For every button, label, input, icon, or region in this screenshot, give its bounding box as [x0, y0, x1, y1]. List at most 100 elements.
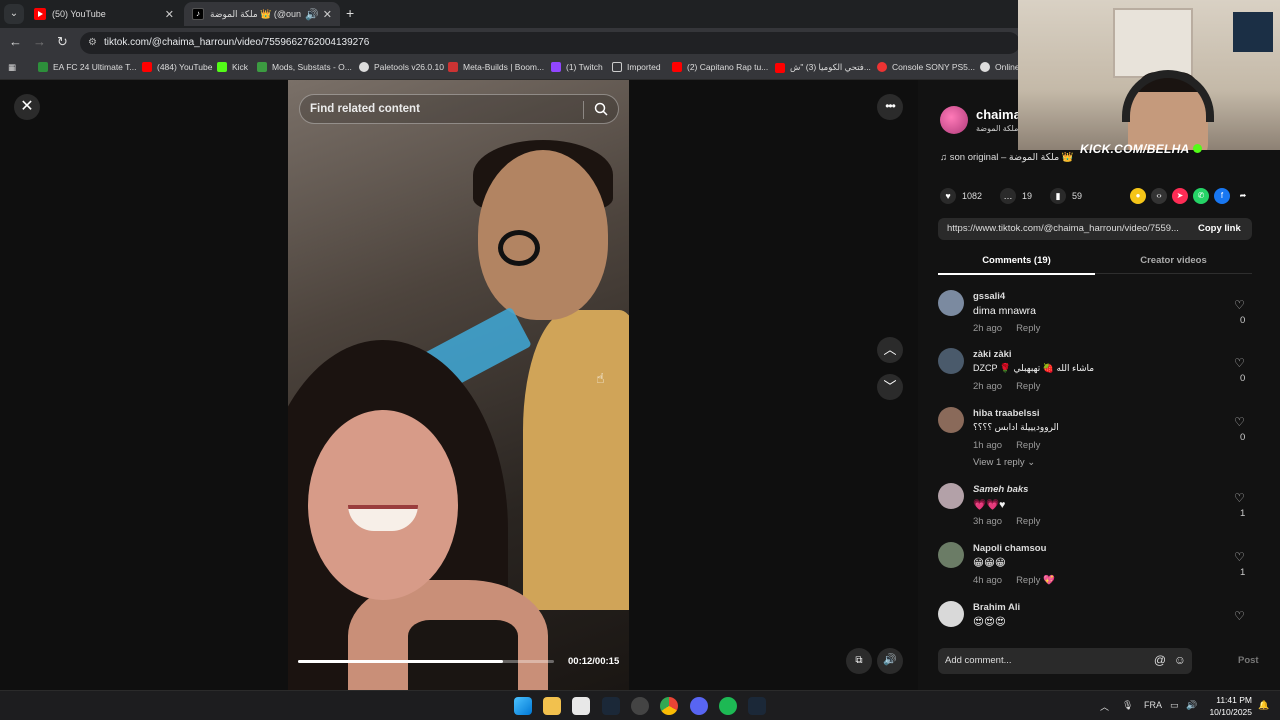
steam-icon[interactable]: [602, 697, 620, 715]
embed-icon[interactable]: ‹›: [1151, 188, 1167, 204]
file-explorer-icon[interactable]: [543, 697, 561, 715]
mention-icon[interactable]: @: [1154, 653, 1166, 667]
comment-button[interactable]: … 19: [1000, 188, 1032, 204]
microsoft-store-icon[interactable]: [572, 697, 590, 715]
reply-button[interactable]: Reply: [1016, 323, 1040, 334]
tab-tiktok[interactable]: ♪ ملكة الموضة 👑 (@oun 🔊 ✕: [184, 2, 340, 26]
comment-author[interactable]: gssali4: [973, 291, 1005, 302]
bookmark-folder[interactable]: Imported: [612, 62, 661, 72]
close-icon[interactable]: ✕: [14, 94, 40, 120]
avatar[interactable]: [938, 290, 964, 316]
back-icon[interactable]: ←: [9, 34, 22, 49]
video-player[interactable]: [288, 80, 629, 690]
tab-creator-videos[interactable]: Creator videos: [1095, 255, 1252, 266]
comment-author[interactable]: Napoli chamsou: [973, 543, 1046, 554]
comment-author[interactable]: Sameh baks: [973, 484, 1028, 495]
bookmark-item[interactable]: Online: [980, 62, 1020, 72]
picture-in-picture-icon[interactable]: ⧉: [846, 648, 872, 674]
tray-chevron-icon[interactable]: ︿: [1100, 700, 1109, 713]
avatar[interactable]: [938, 542, 964, 568]
notifications-icon[interactable]: 🔔: [1258, 700, 1269, 711]
tab-youtube[interactable]: (50) YouTube ✕: [26, 2, 182, 26]
reply-button[interactable]: Reply: [1016, 516, 1040, 527]
system-clock[interactable]: 11:41 PM 10/10/2025: [1206, 694, 1252, 718]
reload-icon[interactable]: ↻: [57, 34, 68, 50]
save-button[interactable]: ▮ 59: [1050, 188, 1082, 204]
address-bar[interactable]: ⚙ tiktok.com/@chaima_harroun/video/75596…: [80, 32, 1020, 54]
bookmark-item[interactable]: Meta-Builds | Boom...: [448, 62, 544, 72]
whatsapp-icon[interactable]: ✆: [1193, 188, 1209, 204]
tab-comments[interactable]: Comments (19): [938, 255, 1095, 275]
discord-icon[interactable]: [690, 697, 708, 715]
heart-icon[interactable]: ♡: [1234, 415, 1245, 429]
more-options-icon[interactable]: •••: [877, 94, 903, 120]
steam-icon[interactable]: [748, 697, 766, 715]
bookmark-item[interactable]: (484) YouTube: [142, 62, 212, 72]
next-video-icon[interactable]: ﹀: [877, 374, 903, 400]
site-info-icon[interactable]: ⚙: [88, 37, 97, 48]
comment-input[interactable]: Add comment... @ ☺: [938, 648, 1192, 674]
bookmark-item[interactable]: (2) Capitano Rap tu...: [672, 62, 768, 72]
microphone-icon[interactable]: 🎙: [1122, 700, 1133, 711]
copy-link-button[interactable]: Copy link: [1198, 223, 1241, 234]
close-tab-icon[interactable]: ✕: [323, 8, 332, 21]
close-tab-icon[interactable]: ✕: [165, 8, 174, 21]
reply-button[interactable]: Reply: [1016, 440, 1040, 451]
chrome-icon[interactable]: [660, 697, 678, 715]
network-icon[interactable]: ▭: [1170, 700, 1179, 711]
heart-icon[interactable]: ♡: [1234, 491, 1245, 505]
avatar[interactable]: [938, 601, 964, 627]
send-icon[interactable]: ➤: [1172, 188, 1188, 204]
windows-start-icon[interactable]: [514, 697, 532, 715]
app-icon[interactable]: [631, 697, 649, 715]
language-indicator[interactable]: FRA: [1144, 700, 1162, 710]
new-tab-button[interactable]: +: [346, 5, 354, 21]
tab-search-chevron-icon[interactable]: ⌄: [4, 4, 24, 24]
coin-icon[interactable]: ●: [1130, 188, 1146, 204]
reply-button[interactable]: Reply: [1016, 381, 1040, 392]
comment-text: dima mnawra: [973, 305, 1037, 317]
volume-icon[interactable]: 🔊: [877, 648, 903, 674]
speaker-icon[interactable]: 🔊: [305, 8, 319, 21]
previous-video-icon[interactable]: ︿: [877, 337, 903, 363]
author-name[interactable]: chaima: [976, 107, 1021, 122]
forward-icon[interactable]: →: [33, 34, 46, 49]
view-replies-button[interactable]: View 1 reply ⌄: [973, 457, 1035, 468]
avatar[interactable]: [940, 106, 968, 134]
bookmark-item[interactable]: (1) Twitch: [551, 62, 603, 72]
heart-icon[interactable]: ♡: [1234, 298, 1245, 312]
comments-list[interactable]: gssali4 dima mnawra 2h ago Reply ♡ 0 zàki…: [918, 280, 1280, 632]
avatar[interactable]: [938, 348, 964, 374]
bookmark-item[interactable]: فتحي الكوميا (3) "ش...: [775, 62, 871, 73]
heart-icon[interactable]: ♡: [1234, 550, 1245, 564]
bookmark-item[interactable]: EA FC 24 Ultimate T...: [38, 62, 136, 72]
video-figure: [523, 310, 629, 610]
video-progress-bar[interactable]: [298, 660, 554, 663]
post-button[interactable]: Post: [1238, 655, 1259, 666]
volume-icon[interactable]: 🔊: [1186, 700, 1197, 711]
bookmark-item[interactable]: Paletools v26.0.10: [359, 62, 444, 72]
heart-icon[interactable]: ♡: [1234, 356, 1245, 370]
like-button[interactable]: ♥ 1082: [940, 188, 982, 204]
avatar[interactable]: [938, 483, 964, 509]
tab-title: ملكة الموضة 👑 (@oun: [210, 8, 302, 19]
comment-author[interactable]: hiba traabelssi: [973, 408, 1040, 419]
heart-icon[interactable]: ♡: [1234, 609, 1245, 623]
avatar[interactable]: [938, 407, 964, 433]
apps-grid-icon[interactable]: ▦: [8, 62, 16, 73]
share-arrow-icon[interactable]: ➦: [1235, 188, 1251, 204]
search-icon[interactable]: [594, 102, 608, 116]
music-note-icon: ♫: [940, 152, 950, 163]
bookmark-item[interactable]: Mods, Substats - O...: [257, 62, 352, 72]
bookmark-item[interactable]: Console SONY PS5...: [877, 62, 975, 72]
spotify-icon[interactable]: [719, 697, 737, 715]
comment-author[interactable]: zàki zàki: [973, 349, 1012, 360]
clock-time: 11:41 PM: [1216, 695, 1252, 705]
bookmark-item[interactable]: Kick: [217, 62, 248, 72]
comment-author[interactable]: Brahim Ali: [973, 602, 1020, 613]
emoji-icon[interactable]: ☺: [1174, 653, 1186, 667]
related-search-input[interactable]: Find related content: [299, 94, 619, 124]
reply-button[interactable]: Reply: [1016, 575, 1040, 586]
facebook-icon[interactable]: f: [1214, 188, 1230, 204]
music-link[interactable]: ♫ son original – ملكة الموضة 👑: [940, 152, 1074, 163]
